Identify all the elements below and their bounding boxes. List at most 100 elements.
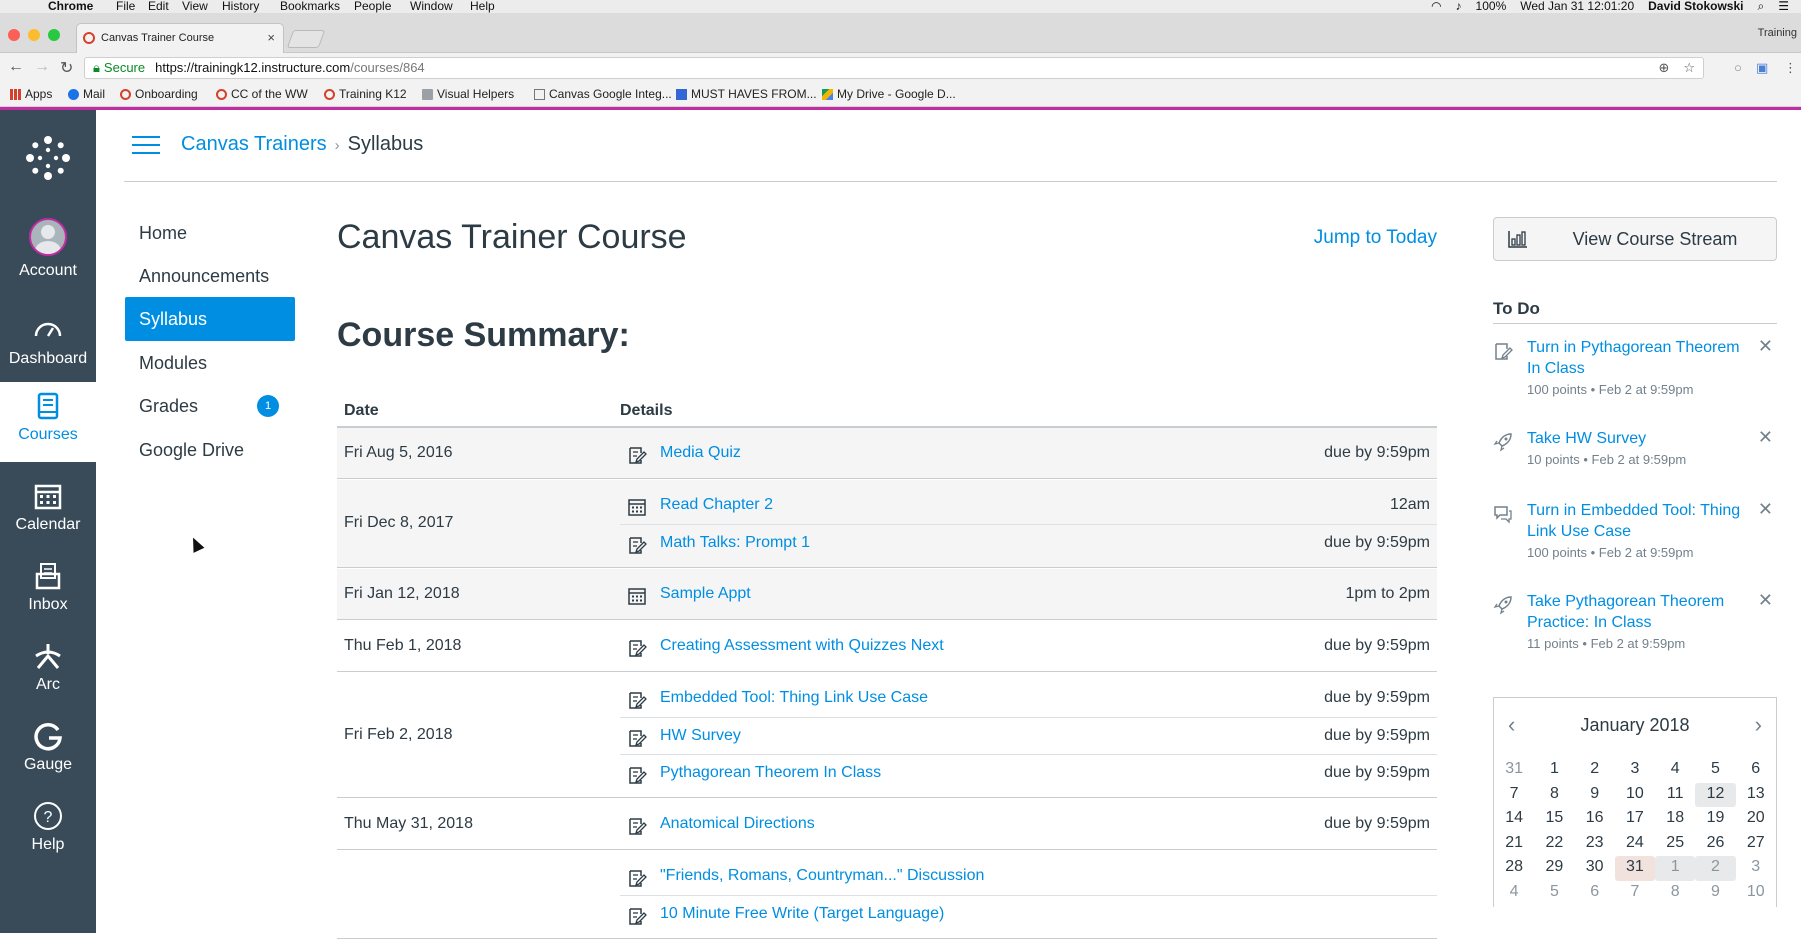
forward-arrow-icon[interactable]: →	[34, 58, 50, 76]
translate-extension-icon[interactable]: ▣	[1756, 60, 1768, 76]
calendar-day[interactable]: 23	[1575, 832, 1615, 857]
bookmark-onboarding[interactable]: Onboarding	[120, 83, 198, 105]
calendar-day[interactable]: 22	[1534, 832, 1574, 857]
calendar-day[interactable]: 3	[1615, 758, 1655, 783]
reload-icon[interactable]: ↻	[60, 58, 73, 78]
extension-icon[interactable]: ○	[1734, 60, 1742, 75]
new-tab-button[interactable]	[286, 30, 326, 48]
user-name[interactable]: David Stokowski	[1648, 0, 1743, 13]
calendar-day[interactable]: 1	[1534, 758, 1574, 783]
calendar-day[interactable]: 1	[1655, 856, 1696, 881]
zoom-icon[interactable]: ⊕	[1658, 58, 1669, 78]
bookmark-my-drive[interactable]: My Drive - Google D...	[822, 83, 956, 105]
app-menu-name[interactable]: Chrome	[48, 0, 93, 13]
todo-item-link[interactable]: Turn in Pythagorean Theorem In Class	[1527, 337, 1747, 379]
menu-help[interactable]: Help	[470, 0, 495, 13]
calendar-day[interactable]: 3	[1736, 856, 1776, 881]
canvas-logo-icon[interactable]	[24, 134, 72, 182]
calendar-day[interactable]: 25	[1655, 832, 1695, 857]
course-nav-announcements[interactable]: Announcements	[125, 254, 295, 298]
jump-to-today-link[interactable]: Jump to Today	[1314, 227, 1437, 249]
calendar-day[interactable]: 27	[1736, 832, 1776, 857]
calendar-day[interactable]: 16	[1575, 807, 1615, 832]
bookmark-cc-of-the-ww[interactable]: CC of the WW	[216, 83, 308, 105]
calendar-day[interactable]: 11	[1655, 783, 1695, 808]
course-nav-syllabus[interactable]: Syllabus	[125, 297, 295, 341]
calendar-day[interactable]: 9	[1575, 783, 1615, 808]
syllabus-event-link[interactable]: Read Chapter 2	[660, 496, 773, 514]
menu-window[interactable]: Window	[410, 0, 453, 13]
menu-people[interactable]: People	[354, 0, 391, 13]
calendar-day[interactable]: 5	[1695, 758, 1735, 783]
course-nav-google-drive[interactable]: Google Drive	[125, 428, 295, 472]
menu-bookmarks[interactable]: Bookmarks	[280, 0, 340, 13]
calendar-day[interactable]: 31	[1614, 856, 1656, 881]
bookmark-star-icon[interactable]: ☆	[1683, 58, 1695, 78]
calendar-day[interactable]: 8	[1655, 881, 1695, 906]
bookmark-must-haves[interactable]: MUST HAVES FROM...	[676, 83, 817, 105]
calendar-day[interactable]: 4	[1655, 758, 1695, 783]
menu-history[interactable]: History	[222, 0, 259, 13]
todo-item-link[interactable]: Take HW Survey	[1527, 428, 1747, 449]
bookmark-canvas-google[interactable]: Canvas Google Integ...	[534, 83, 672, 105]
calendar-day[interactable]: 21	[1494, 832, 1534, 857]
calendar-day[interactable]: 6	[1736, 758, 1776, 783]
calendar-day[interactable]: 17	[1615, 807, 1655, 832]
calendar-day[interactable]: 28	[1494, 856, 1534, 881]
calendar-day[interactable]: 10	[1615, 783, 1655, 808]
dismiss-todo-close-icon[interactable]: ✕	[1758, 500, 1773, 518]
menu-edit[interactable]: Edit	[148, 0, 169, 13]
global-nav-help[interactable]: ? Help	[0, 792, 96, 870]
global-nav-calendar[interactable]: Calendar	[0, 472, 96, 550]
calendar-day[interactable]: 8	[1534, 783, 1574, 808]
calendar-day[interactable]: 31	[1494, 758, 1534, 783]
calendar-day[interactable]: 14	[1494, 807, 1534, 832]
syllabus-event-link[interactable]: Sample Appt	[660, 585, 751, 603]
syllabus-event-link[interactable]: Math Talks: Prompt 1	[660, 534, 810, 552]
dismiss-todo-close-icon[interactable]: ✕	[1758, 591, 1773, 609]
syllabus-event-link[interactable]: 10 Minute Free Write (Target Language)	[660, 905, 944, 923]
window-close-icon[interactable]	[8, 29, 20, 41]
syllabus-event-link[interactable]: Media Quiz	[660, 444, 741, 462]
clock[interactable]: Wed Jan 31 12:01:20	[1520, 0, 1634, 13]
dismiss-todo-close-icon[interactable]: ✕	[1758, 428, 1773, 446]
bookmark-mail[interactable]: Mail	[68, 83, 105, 105]
calendar-day[interactable]: 9	[1695, 881, 1735, 906]
window-minimize-icon[interactable]	[28, 29, 40, 41]
syllabus-event-link[interactable]: "Friends, Romans, Countryman..." Discuss…	[660, 867, 984, 885]
wifi-icon[interactable]: ◠	[1431, 0, 1441, 13]
calendar-day[interactable]: 30	[1575, 856, 1615, 881]
calendar-day[interactable]: 15	[1534, 807, 1574, 832]
calendar-day[interactable]: 2	[1575, 758, 1615, 783]
syllabus-event-link[interactable]: Creating Assessment with Quizzes Next	[660, 637, 944, 655]
battery-percent[interactable]: 100%	[1476, 0, 1507, 13]
volume-icon[interactable]: ♪	[1456, 0, 1462, 13]
course-nav-grades[interactable]: Grades 1	[125, 384, 295, 428]
back-arrow-icon[interactable]: ←	[8, 58, 24, 76]
notification-center-icon[interactable]: ☰	[1778, 0, 1789, 13]
calendar-day[interactable]: 7	[1494, 783, 1534, 808]
breadcrumb-course-link[interactable]: Canvas Trainers	[181, 133, 327, 155]
global-nav-dashboard[interactable]: Dashboard	[0, 314, 96, 392]
calendar-day[interactable]: 13	[1736, 783, 1776, 808]
global-nav-account[interactable]: Account	[0, 218, 96, 296]
calendar-day[interactable]: 12	[1695, 782, 1736, 807]
chrome-menu-icon[interactable]: ⋮	[1784, 60, 1797, 76]
address-bar[interactable]: 🔒︎ Secure https://trainingk12.instructure.…	[84, 57, 1704, 79]
dismiss-todo-close-icon[interactable]: ✕	[1758, 337, 1773, 355]
course-nav-modules[interactable]: Modules	[125, 341, 295, 385]
calendar-day[interactable]: 19	[1695, 807, 1735, 832]
global-nav-inbox[interactable]: Inbox	[0, 552, 96, 630]
calendar-day[interactable]: 29	[1534, 856, 1574, 881]
calendar-day[interactable]: 2	[1695, 856, 1736, 881]
course-nav-home[interactable]: Home	[125, 211, 295, 255]
global-nav-gauge[interactable]: Gauge	[0, 712, 96, 790]
calendar-day[interactable]: 6	[1575, 881, 1615, 906]
next-month-chevron-icon[interactable]: ›	[1755, 712, 1762, 738]
menu-view[interactable]: View	[182, 0, 208, 13]
profile-label[interactable]: Training	[1758, 27, 1797, 39]
syllabus-event-link[interactable]: Pythagorean Theorem In Class	[660, 764, 881, 782]
global-nav-courses[interactable]: Courses	[0, 382, 96, 462]
view-course-stream-button[interactable]: View Course Stream	[1493, 217, 1777, 261]
spotlight-icon[interactable]: ⌕	[1758, 0, 1765, 13]
